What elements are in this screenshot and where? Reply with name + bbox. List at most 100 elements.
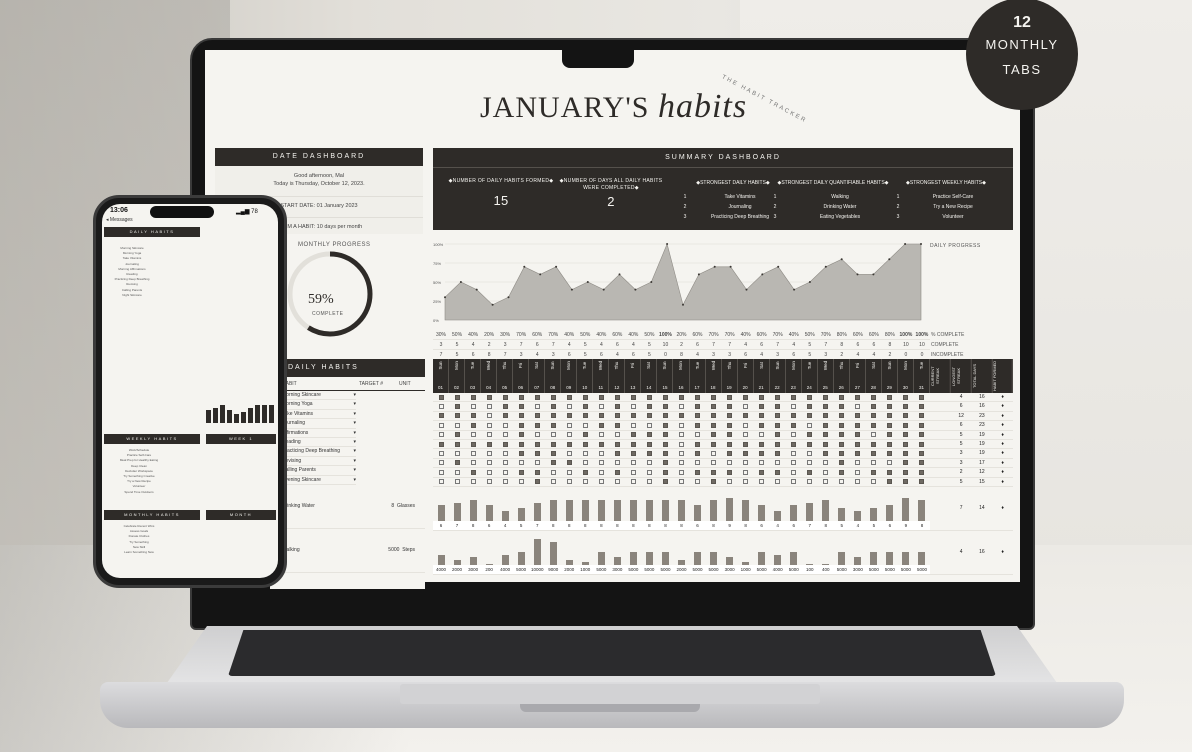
phone-back-link[interactable]: ◂ Messages (106, 217, 133, 223)
checkbox[interactable] (582, 460, 588, 466)
checkbox[interactable] (646, 479, 652, 485)
checkbox[interactable] (662, 469, 668, 475)
checkbox[interactable] (871, 413, 877, 419)
checkbox[interactable] (711, 469, 717, 475)
chevron-down-icon[interactable]: ▾ (353, 476, 356, 484)
checkbox[interactable] (727, 394, 733, 400)
checkbox[interactable] (518, 394, 524, 400)
checkbox[interactable] (438, 469, 444, 475)
checkbox[interactable] (534, 460, 540, 466)
checkbox[interactable] (871, 460, 877, 466)
checkbox[interactable] (807, 441, 813, 447)
checkbox[interactable] (662, 413, 668, 419)
checkbox[interactable] (566, 479, 572, 485)
checkbox[interactable] (438, 451, 444, 457)
checkbox[interactable] (598, 422, 604, 428)
checkbox[interactable] (662, 479, 668, 485)
checkbox[interactable] (662, 441, 668, 447)
chevron-down-icon[interactable]: ▾ (353, 466, 356, 474)
checkbox[interactable] (887, 479, 893, 485)
checkbox[interactable] (534, 422, 540, 428)
checkbox[interactable] (502, 479, 508, 485)
checkbox[interactable] (534, 432, 540, 438)
checkbox[interactable] (646, 469, 652, 475)
checkbox[interactable] (518, 404, 524, 410)
checkbox[interactable] (598, 479, 604, 485)
checkbox[interactable] (598, 441, 604, 447)
checkbox[interactable] (486, 479, 492, 485)
checkbox[interactable] (887, 451, 893, 457)
checkbox[interactable] (871, 469, 877, 475)
checkbox[interactable] (727, 404, 733, 410)
checkbox[interactable] (486, 451, 492, 457)
checkbox[interactable] (678, 460, 684, 466)
checkbox[interactable] (839, 469, 845, 475)
checkbox[interactable] (518, 469, 524, 475)
checkbox[interactable] (855, 451, 861, 457)
checkbox[interactable] (486, 460, 492, 466)
checkbox[interactable] (454, 469, 460, 475)
checkbox[interactable] (662, 451, 668, 457)
checkbox[interactable] (743, 451, 749, 457)
checkbox[interactable] (502, 422, 508, 428)
checkbox[interactable] (470, 422, 476, 428)
checkbox[interactable] (759, 432, 765, 438)
checkbox[interactable] (903, 460, 909, 466)
checkbox[interactable] (534, 404, 540, 410)
checkbox[interactable] (903, 413, 909, 419)
checkbox[interactable] (855, 460, 861, 466)
checkbox[interactable] (614, 422, 620, 428)
checkbox[interactable] (919, 422, 925, 428)
checkbox[interactable] (518, 451, 524, 457)
checkbox[interactable] (775, 422, 781, 428)
checkbox[interactable] (695, 432, 701, 438)
checkbox[interactable] (678, 479, 684, 485)
checkbox[interactable] (711, 394, 717, 400)
checkbox[interactable] (534, 469, 540, 475)
checkbox[interactable] (759, 469, 765, 475)
chevron-down-icon[interactable]: ▾ (353, 400, 356, 408)
checkbox[interactable] (550, 404, 556, 410)
checkbox[interactable] (919, 460, 925, 466)
checkbox[interactable] (566, 451, 572, 457)
checkbox[interactable] (855, 404, 861, 410)
checkbox[interactable] (743, 432, 749, 438)
checkbox[interactable] (887, 413, 893, 419)
checkbox[interactable] (903, 479, 909, 485)
checkbox[interactable] (614, 441, 620, 447)
checkbox[interactable] (438, 413, 444, 419)
checkbox[interactable] (743, 479, 749, 485)
chevron-down-icon[interactable]: ▾ (353, 457, 356, 465)
checkbox[interactable] (614, 404, 620, 410)
checkbox[interactable] (678, 404, 684, 410)
checkbox[interactable] (598, 413, 604, 419)
checkbox[interactable] (775, 469, 781, 475)
checkbox[interactable] (502, 404, 508, 410)
chevron-down-icon[interactable]: ▾ (353, 429, 356, 437)
checkbox[interactable] (630, 422, 636, 428)
checkbox[interactable] (919, 469, 925, 475)
checkbox[interactable] (550, 394, 556, 400)
checkbox[interactable] (871, 422, 877, 428)
checkbox[interactable] (775, 404, 781, 410)
checkbox[interactable] (550, 460, 556, 466)
checkbox[interactable] (823, 394, 829, 400)
checkbox[interactable] (743, 404, 749, 410)
checkbox[interactable] (566, 413, 572, 419)
checkbox[interactable] (759, 451, 765, 457)
checkbox[interactable] (598, 469, 604, 475)
checkbox[interactable] (518, 422, 524, 428)
checkbox[interactable] (486, 422, 492, 428)
checkbox[interactable] (582, 451, 588, 457)
checkbox[interactable] (518, 441, 524, 447)
checkbox[interactable] (839, 422, 845, 428)
checkbox[interactable] (839, 432, 845, 438)
checkbox[interactable] (438, 460, 444, 466)
checkbox[interactable] (823, 422, 829, 428)
checkbox[interactable] (791, 432, 797, 438)
checkbox[interactable] (791, 404, 797, 410)
checkbox[interactable] (486, 469, 492, 475)
checkbox[interactable] (711, 413, 717, 419)
checkbox[interactable] (791, 441, 797, 447)
checkbox[interactable] (582, 479, 588, 485)
